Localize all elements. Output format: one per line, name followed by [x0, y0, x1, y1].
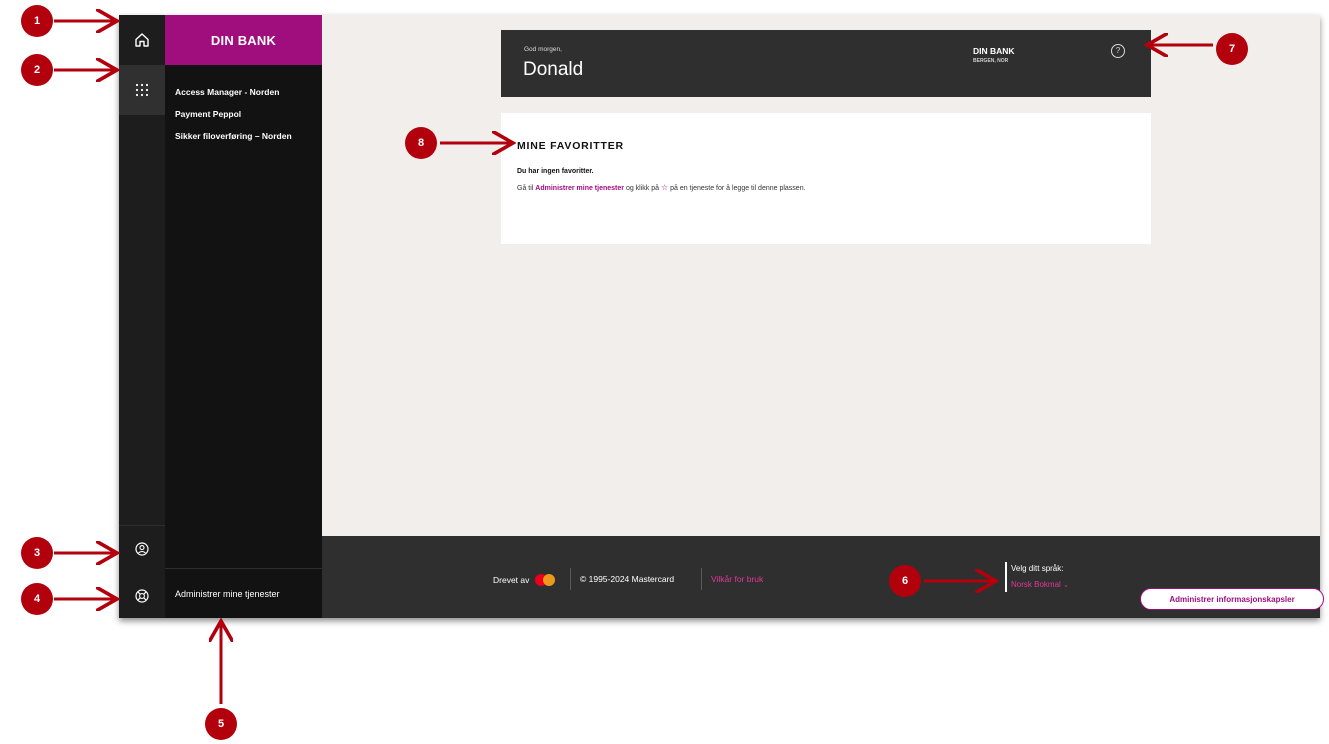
hint-prefix: Gå til: [517, 185, 534, 192]
footer-divider: [570, 568, 571, 590]
services-panel: DIN BANK Access Manager - Norden Payment…: [165, 15, 322, 618]
favorites-card: MINE FAVORITTER Du har ingen favoritter.…: [501, 113, 1151, 244]
copyright-text: © 1995-2024 Mastercard: [580, 574, 675, 584]
annotation-marker-7: 7: [1216, 33, 1248, 65]
language-value: Norsk Bokmal: [1011, 580, 1061, 589]
annotation-marker-5: 5: [205, 708, 237, 740]
hint-suffix: på en tjeneste for å legge til denne pla…: [670, 185, 806, 192]
powered-by-text: Drevet av: [493, 575, 530, 585]
grid-icon: [135, 83, 149, 97]
menu-item-secure-file-transfer[interactable]: Sikker filoverføring – Norden: [165, 129, 322, 151]
language-divider: [1005, 562, 1007, 592]
menu-item-payment-peppol[interactable]: Payment Peppol: [165, 107, 322, 129]
services-menu: Access Manager - Norden Payment Peppol S…: [165, 85, 322, 151]
annotation-marker-3: 3: [21, 537, 53, 569]
annotation-marker-1: 1: [21, 5, 53, 37]
star-icon: ☆: [660, 183, 669, 192]
profile-button[interactable]: [119, 525, 165, 572]
manage-cookies-button[interactable]: Administrer informasjonskapsler: [1140, 588, 1324, 610]
powered-by: Drevet av: [493, 574, 559, 586]
app-window: DIN BANK Access Manager - Norden Payment…: [119, 15, 1320, 618]
support-button[interactable]: [119, 573, 165, 618]
bank-name: DIN BANK: [973, 46, 1015, 56]
favorites-title: MINE FAVORITTER: [517, 140, 624, 152]
chevron-down-icon: ⌄: [1063, 582, 1069, 589]
greeting-text: God morgen,: [524, 46, 562, 53]
footer-divider: [701, 568, 702, 590]
mastercard-logo-icon: [535, 574, 559, 586]
welcome-banner: God morgen, Donald DIN BANK BERGEN, NOR …: [501, 30, 1151, 97]
bank-location: BERGEN, NOR: [973, 58, 1009, 64]
menu-item-access-manager[interactable]: Access Manager - Norden: [165, 85, 322, 107]
home-icon: [135, 33, 149, 47]
icon-rail: [119, 15, 165, 618]
language-label: Velg ditt språk:: [1011, 564, 1064, 573]
main-content: God morgen, Donald DIN BANK BERGEN, NOR …: [322, 15, 1320, 618]
annotation-marker-8: 8: [405, 127, 437, 159]
annotation-marker-6: 6: [889, 565, 921, 597]
help-button[interactable]: ?: [1111, 44, 1125, 58]
language-select[interactable]: Norsk Bokmal ⌄: [1011, 580, 1069, 589]
favorites-empty-message: Du har ingen favoritter.: [517, 168, 594, 175]
lifebuoy-icon: [135, 588, 149, 603]
manage-services-link[interactable]: Administrer mine tjenester: [165, 568, 322, 618]
apps-button[interactable]: [119, 65, 165, 115]
favorites-hint: Gå til Administrer mine tjenester og kli…: [517, 183, 806, 192]
home-button[interactable]: [119, 15, 165, 65]
hint-mid: og klikk på: [625, 185, 660, 192]
user-circle-icon: [135, 542, 149, 556]
bank-brand: DIN BANK: [165, 15, 322, 65]
annotation-marker-4: 4: [21, 583, 53, 615]
manage-services-inline-link[interactable]: Administrer mine tjenester: [535, 185, 624, 192]
terms-link[interactable]: Vilkår for bruk: [711, 574, 763, 584]
annotation-marker-2: 2: [21, 54, 53, 86]
user-name: Donald: [523, 59, 584, 80]
